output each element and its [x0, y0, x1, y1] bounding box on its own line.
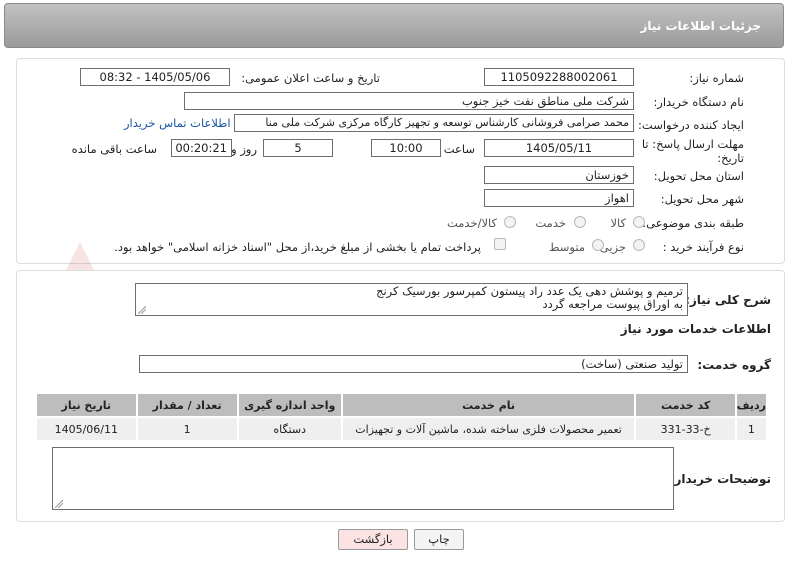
remaining-days-field: 5	[263, 139, 333, 157]
services-section-title: اطلاعات خدمات مورد نیاز	[620, 322, 771, 336]
service-group-field: تولید صنعتی (ساخت)	[139, 355, 688, 373]
remaining-time-field: 00:20:21	[171, 139, 232, 157]
cell-row: 1	[734, 416, 769, 442]
need-number-field: 1105092288002061	[484, 68, 634, 86]
process-medium-label: متوسط	[548, 240, 585, 254]
category-service-label: خدمت	[535, 216, 566, 230]
summary-line-2: به اوراق پیوست مراجعه گردد	[542, 297, 683, 311]
resize-grip-icon[interactable]	[55, 500, 63, 508]
requester-field: محمد صرامی فروشانی کارشناس توسعه و تجهیز…	[234, 114, 634, 132]
services-table: ردیف کد خدمت نام خدمت واحد اندازه گیری ت…	[35, 392, 769, 442]
requester-label: ایجاد کننده درخواست:	[638, 118, 744, 132]
table-header-row: ردیف کد خدمت نام خدمت واحد اندازه گیری ت…	[35, 392, 769, 418]
col-name-header: نام خدمت	[340, 392, 637, 418]
col-quantity-header: تعداد / مقدار	[135, 392, 239, 418]
deadline-label-date: تاریخ:	[717, 151, 744, 165]
deadline-time-label: ساعت	[443, 142, 475, 156]
announce-date-field: 1405/05/06 - 08:32	[80, 68, 230, 86]
deadline-date-field: 1405/05/11	[484, 139, 634, 157]
table-row: 1 خ-33-331 تعمیر محصولات فلزی ساخته شده،…	[35, 416, 769, 442]
deadline-label: مهلت ارسال پاسخ: تا	[641, 137, 744, 151]
col-date-header: تاریخ نیاز	[35, 392, 138, 418]
announce-date-label: تاریخ و ساعت اعلان عمومی:	[241, 71, 380, 85]
resize-grip-icon[interactable]	[138, 306, 146, 314]
need-info-panel	[16, 58, 785, 264]
cell-name: تعمیر محصولات فلزی ساخته شده، ماشین آلات…	[340, 416, 637, 442]
category-label: طبقه بندی موضوعی:	[642, 216, 744, 230]
treasury-payment-checkbox[interactable]	[494, 238, 506, 250]
deadline-time-field: 10:00	[371, 139, 441, 157]
cell-code: خ-33-331	[634, 416, 737, 442]
city-label: شهر محل تحویل:	[660, 192, 744, 206]
days-label: روز و	[231, 142, 257, 156]
city-field: اهواز	[484, 189, 634, 207]
col-unit-header: واحد اندازه گیری	[236, 392, 343, 418]
category-goods-label: کالا	[610, 216, 626, 230]
treasury-payment-note: پرداخت تمام یا بخشی از مبلغ خرید،از محل …	[114, 240, 481, 254]
category-service-radio[interactable]	[574, 216, 586, 228]
province-field: خوزستان	[484, 166, 634, 184]
buyer-org-label: نام دستگاه خریدار:	[653, 95, 744, 109]
print-button[interactable]: چاپ	[414, 529, 464, 550]
page-header: جزئیات اطلاعات نیاز	[4, 3, 784, 48]
cell-unit: دستگاه	[236, 416, 343, 442]
buyer-contact-link[interactable]: اطلاعات تماس خریدار	[124, 116, 231, 130]
summary-textarea[interactable]: ترمیم و پوشش دهی یک عدد راد پیستون کمپرس…	[135, 283, 688, 316]
category-goods-service-radio[interactable]	[504, 216, 516, 228]
category-goods-radio[interactable]	[633, 216, 645, 228]
service-group-label: گروه خدمت:	[697, 358, 771, 372]
process-medium-radio[interactable]	[592, 239, 604, 251]
process-type-label: نوع فرآیند خرید :	[662, 240, 744, 254]
province-label: استان محل تحویل:	[653, 169, 744, 183]
col-row-header: ردیف	[734, 392, 769, 418]
buyer-notes-textarea[interactable]	[52, 447, 674, 510]
need-number-label: شماره نیاز:	[689, 71, 744, 85]
back-button[interactable]: بازگشت	[338, 529, 408, 550]
buyer-notes-label: توضیحات خریدار:	[669, 472, 771, 486]
cell-quantity: 1	[135, 416, 239, 442]
category-goods-service-label: کالا/خدمت	[446, 216, 497, 230]
summary-label: شرح کلی نیاز:	[685, 293, 771, 307]
buyer-org-field: شرکت ملی مناطق نفت خیز جنوب	[184, 92, 634, 110]
page-title: جزئیات اطلاعات نیاز	[640, 19, 761, 33]
col-code-header: کد خدمت	[634, 392, 737, 418]
remaining-label: ساعت باقی مانده	[71, 142, 157, 156]
process-minor-radio[interactable]	[633, 239, 645, 251]
cell-date: 1405/06/11	[35, 416, 138, 442]
